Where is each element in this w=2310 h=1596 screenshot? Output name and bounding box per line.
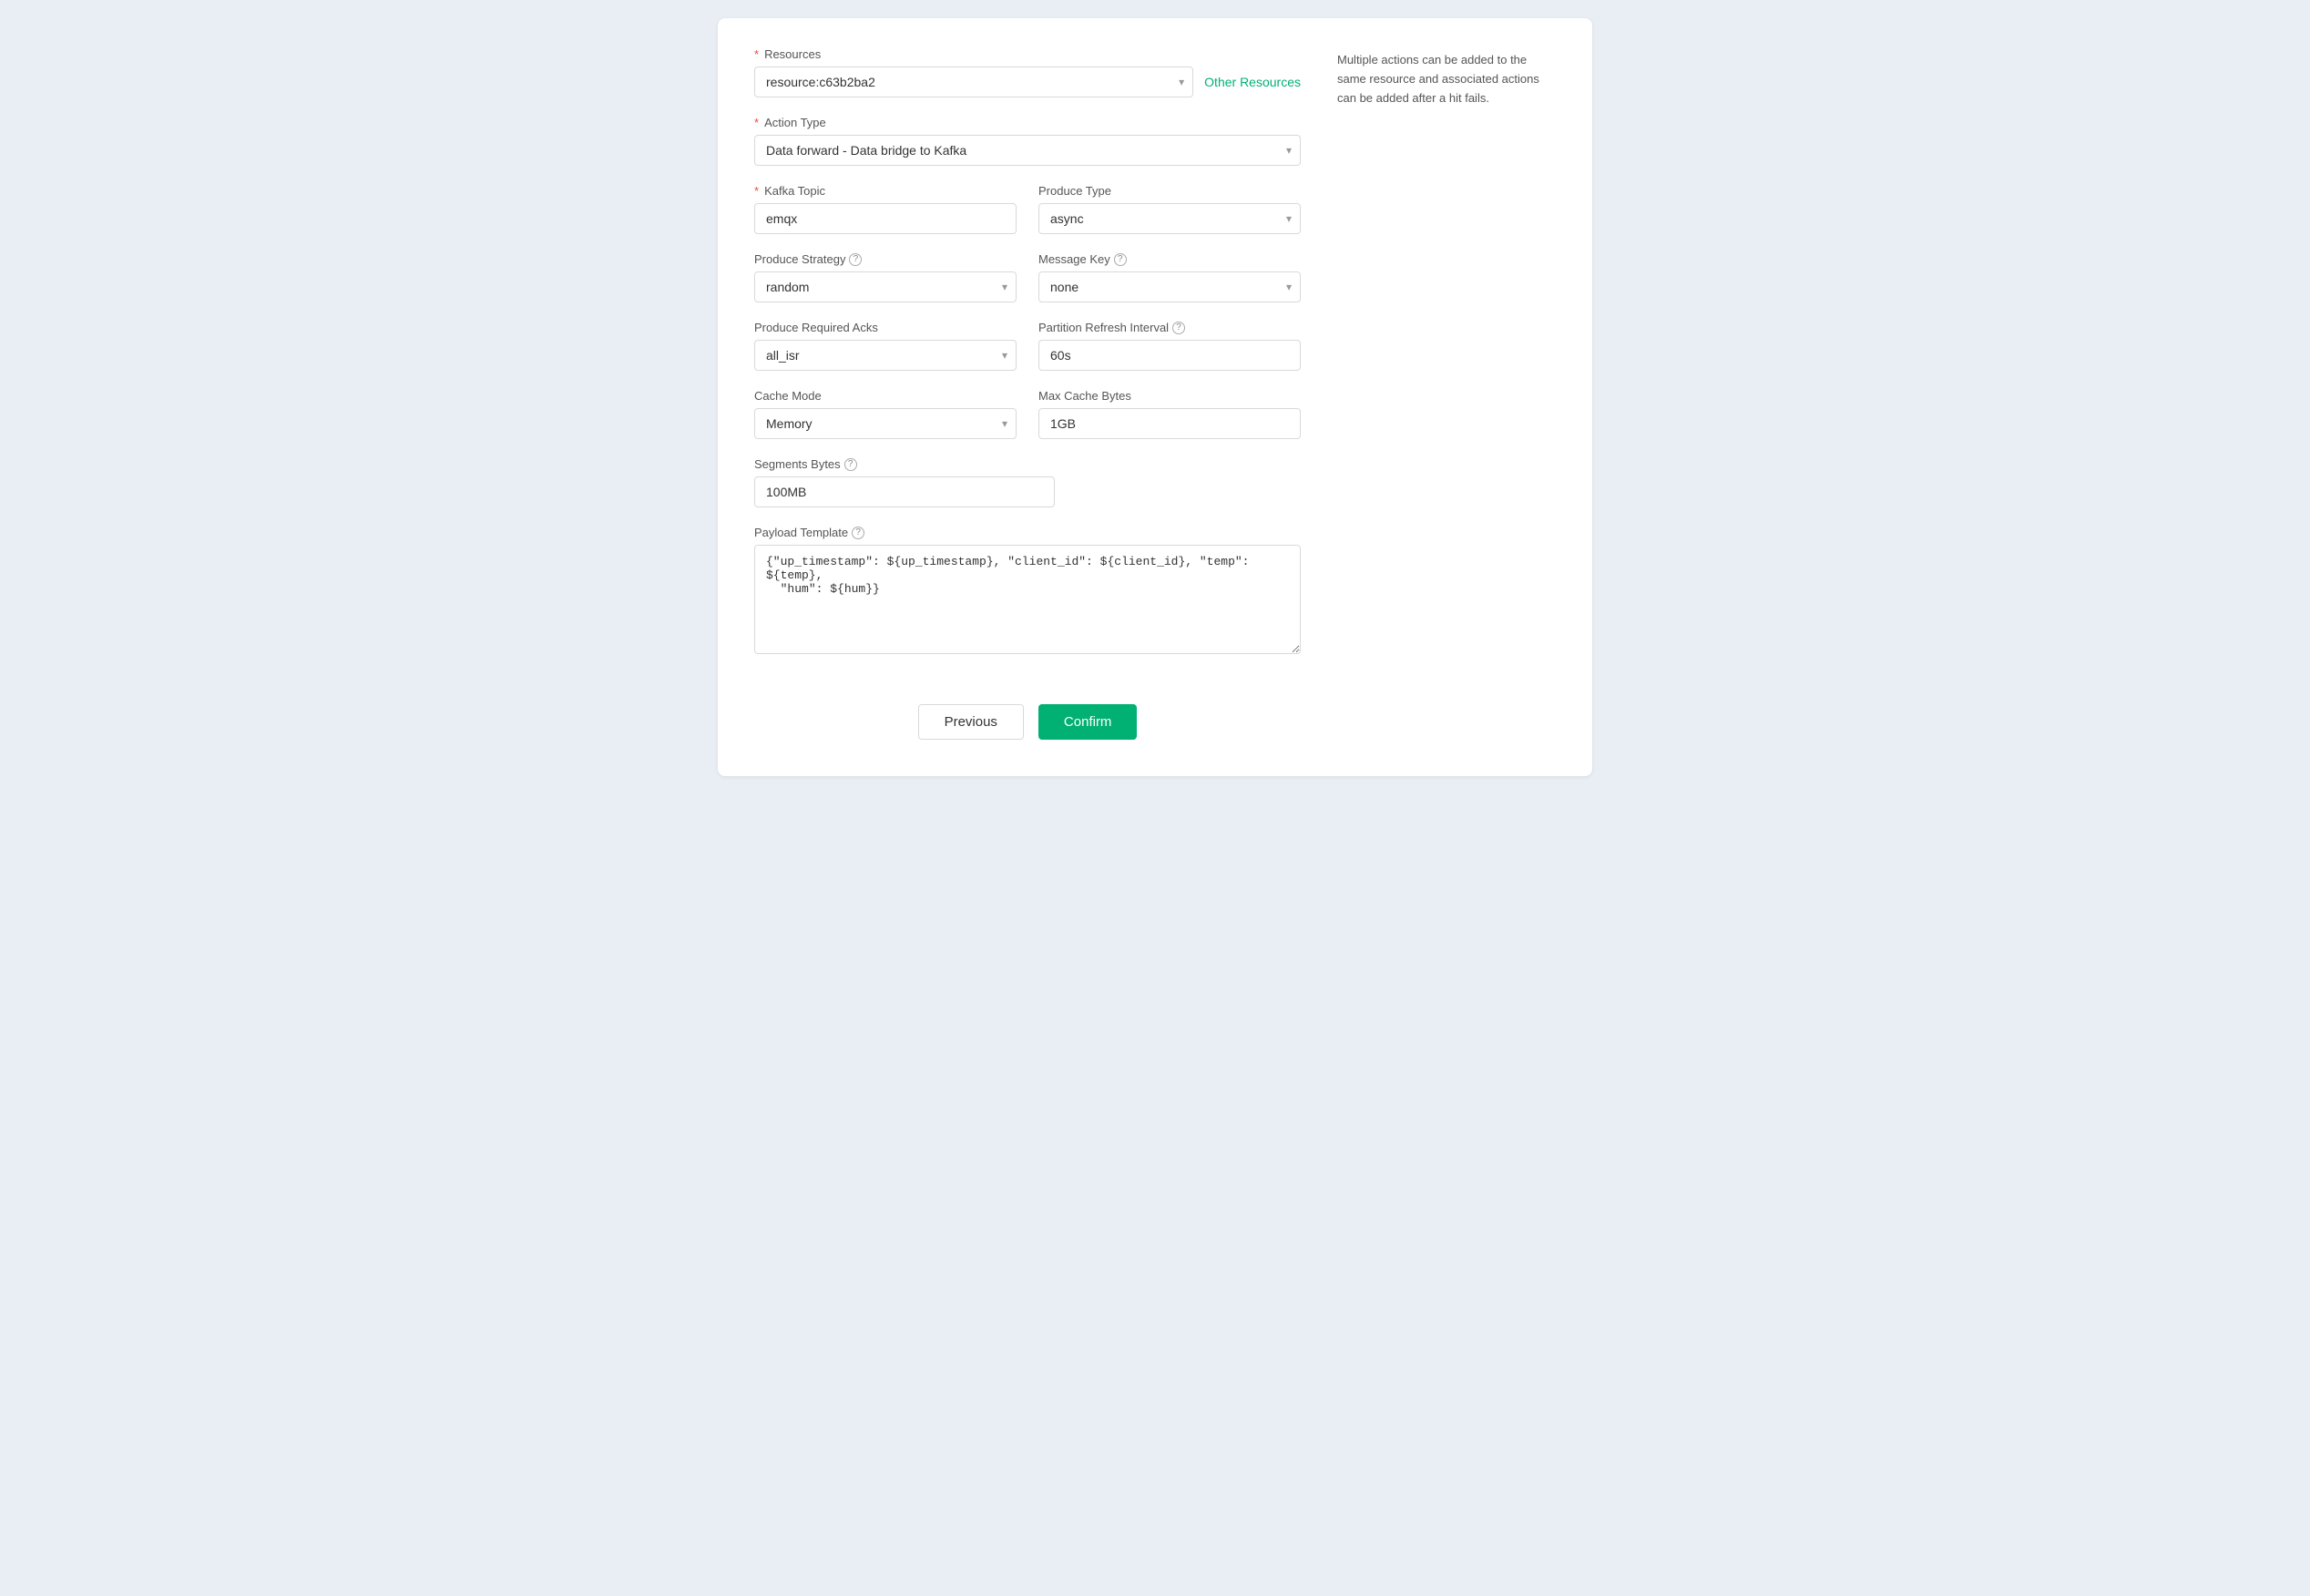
message-key-select-wrapper: none ▾ xyxy=(1038,271,1301,302)
produce-type-col: Produce Type async ▾ xyxy=(1038,184,1301,234)
action-bar: Previous Confirm xyxy=(754,686,1301,740)
resources-select-wrapper: resource:c63b2ba2 ▾ xyxy=(754,66,1193,97)
previous-button[interactable]: Previous xyxy=(918,704,1024,740)
kafka-topic-label: * Kafka Topic xyxy=(754,184,1017,198)
resources-row: resource:c63b2ba2 ▾ Other Resources xyxy=(754,66,1301,97)
produce-acks-col: Produce Required Acks all_isr ▾ xyxy=(754,321,1017,371)
message-key-col: Message Key ? none ▾ xyxy=(1038,252,1301,302)
produce-acks-label: Produce Required Acks xyxy=(754,321,1017,334)
cache-mode-select[interactable]: Memory xyxy=(754,408,1017,439)
max-cache-bytes-input[interactable] xyxy=(1038,408,1301,439)
produce-type-select-wrapper: async ▾ xyxy=(1038,203,1301,234)
produce-strategy-help-icon: ? xyxy=(849,253,862,266)
message-key-help-icon: ? xyxy=(1114,253,1127,266)
produce-type-select[interactable]: async xyxy=(1038,203,1301,234)
confirm-button[interactable]: Confirm xyxy=(1038,704,1138,740)
resources-label: * Resources xyxy=(754,47,1301,61)
acks-partition-row: Produce Required Acks all_isr ▾ Partitio… xyxy=(754,321,1301,371)
form-container: * Resources resource:c63b2ba2 ▾ Other Re… xyxy=(718,18,1592,776)
partition-refresh-col: Partition Refresh Interval ? xyxy=(1038,321,1301,371)
kafka-produce-row: * Kafka Topic Produce Type async ▾ xyxy=(754,184,1301,234)
produce-type-label: Produce Type xyxy=(1038,184,1301,198)
resources-select[interactable]: resource:c63b2ba2 xyxy=(754,66,1193,97)
action-type-select-wrapper: Data forward - Data bridge to Kafka ▾ xyxy=(754,135,1301,166)
produce-acks-select[interactable]: all_isr xyxy=(754,340,1017,371)
payload-template-group: Payload Template ? {"up_timestamp": ${up… xyxy=(754,526,1301,657)
kafka-topic-col: * Kafka Topic xyxy=(754,184,1017,234)
kafka-topic-input[interactable] xyxy=(754,203,1017,234)
payload-template-help-icon: ? xyxy=(852,527,864,539)
payload-template-textarea[interactable]: {"up_timestamp": ${up_timestamp}, "clien… xyxy=(754,545,1301,654)
max-cache-bytes-col: Max Cache Bytes xyxy=(1038,389,1301,439)
action-type-required-star: * xyxy=(754,116,759,129)
cache-row: Cache Mode Memory ▾ Max Cache Bytes xyxy=(754,389,1301,439)
message-key-label: Message Key ? xyxy=(1038,252,1301,266)
resources-required-star: * xyxy=(754,47,759,61)
message-key-select[interactable]: none xyxy=(1038,271,1301,302)
cache-mode-col: Cache Mode Memory ▾ xyxy=(754,389,1017,439)
segments-bytes-group: Segments Bytes ? xyxy=(754,457,1301,507)
other-resources-link[interactable]: Other Resources xyxy=(1204,75,1301,89)
partition-refresh-label: Partition Refresh Interval ? xyxy=(1038,321,1301,334)
segments-bytes-input[interactable] xyxy=(754,476,1055,507)
cache-mode-select-wrapper: Memory ▾ xyxy=(754,408,1017,439)
produce-strategy-col: Produce Strategy ? random ▾ xyxy=(754,252,1017,302)
partition-refresh-help-icon: ? xyxy=(1172,322,1185,334)
sidebar-note: Multiple actions can be added to the sam… xyxy=(1337,51,1556,107)
form-main: * Resources resource:c63b2ba2 ▾ Other Re… xyxy=(754,47,1301,740)
form-layout: * Resources resource:c63b2ba2 ▾ Other Re… xyxy=(754,47,1556,740)
resources-group: * Resources resource:c63b2ba2 ▾ Other Re… xyxy=(754,47,1301,97)
action-type-select[interactable]: Data forward - Data bridge to Kafka xyxy=(754,135,1301,166)
produce-strategy-select-wrapper: random ▾ xyxy=(754,271,1017,302)
cache-mode-label: Cache Mode xyxy=(754,389,1017,403)
partition-refresh-input[interactable] xyxy=(1038,340,1301,371)
segments-bytes-label: Segments Bytes ? xyxy=(754,457,1301,471)
payload-template-label: Payload Template ? xyxy=(754,526,1301,539)
produce-acks-select-wrapper: all_isr ▾ xyxy=(754,340,1017,371)
max-cache-bytes-label: Max Cache Bytes xyxy=(1038,389,1301,403)
strategy-key-row: Produce Strategy ? random ▾ Message Key … xyxy=(754,252,1301,302)
action-type-group: * Action Type Data forward - Data bridge… xyxy=(754,116,1301,166)
produce-strategy-select[interactable]: random xyxy=(754,271,1017,302)
kafka-topic-required-star: * xyxy=(754,184,759,198)
produce-strategy-label: Produce Strategy ? xyxy=(754,252,1017,266)
form-sidebar: Multiple actions can be added to the sam… xyxy=(1337,47,1556,740)
segments-bytes-help-icon: ? xyxy=(844,458,857,471)
action-type-label: * Action Type xyxy=(754,116,1301,129)
